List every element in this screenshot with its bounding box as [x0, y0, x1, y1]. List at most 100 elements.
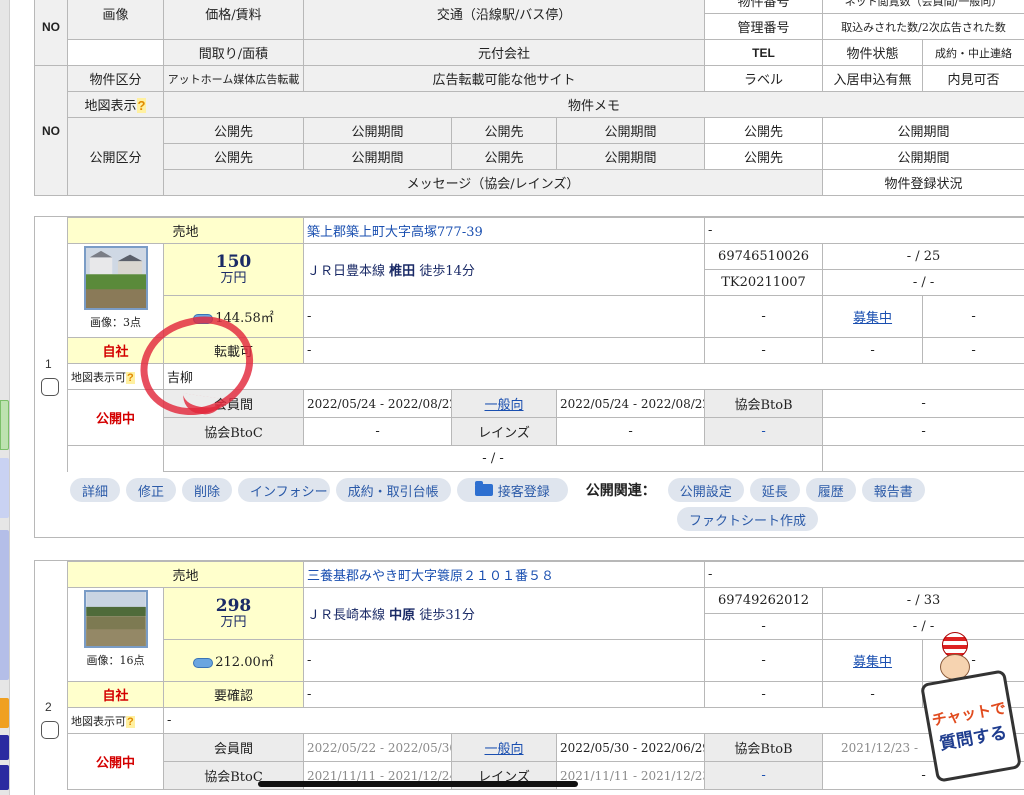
- property-type: 売地: [66, 217, 305, 244]
- listing-checkbox[interactable]: [41, 721, 59, 743]
- transfer-status: 要確認: [162, 681, 305, 708]
- report-button[interactable]: 報告書: [861, 478, 925, 502]
- sidebar-tab-blue-1[interactable]: [0, 458, 9, 518]
- image-cell[interactable]: 画像：16点: [67, 587, 164, 682]
- btoc-extra: -: [704, 761, 824, 790]
- spacer: [67, 445, 164, 472]
- recruit-status[interactable]: 募集中: [822, 639, 924, 682]
- area-cell: 212.00㎡: [162, 639, 305, 682]
- infosheet-button[interactable]: インフォシー: [238, 478, 330, 502]
- property-list-page: NO 画像 価格/賃料 交通（沿線駅/バス停） 物件番号 ネット閲覧数（会員間/…: [0, 0, 1024, 795]
- header-move-in: 入居申込有無: [822, 65, 924, 92]
- header-property-type: 物件区分: [67, 65, 164, 92]
- folder-icon: [474, 481, 493, 496]
- tel: -: [704, 295, 824, 338]
- help-icon[interactable]: ?: [126, 371, 135, 384]
- reins-label: レインズ: [451, 417, 558, 446]
- address[interactable]: 築上郡築上町大字高塚777-39: [303, 217, 706, 244]
- image-count: 画像：3点: [90, 316, 141, 329]
- management-number: -: [704, 613, 824, 640]
- tel: -: [704, 639, 824, 682]
- sidebar-tab-navy-2[interactable]: [0, 765, 9, 790]
- property-thumbnail[interactable]: [83, 246, 148, 310]
- btob-label: 協会BtoB: [704, 389, 824, 418]
- home-indicator[interactable]: [258, 781, 578, 787]
- btob-label: 協会BtoB: [704, 733, 824, 762]
- checkbox-box[interactable]: [41, 378, 59, 396]
- header-pub-period-4: 公開期間: [303, 143, 452, 170]
- address[interactable]: 三養基郡みやき町大字簑原２１０１番５８: [303, 561, 706, 588]
- btob-extra: -: [822, 417, 1024, 446]
- management-number: TK20211007: [704, 269, 824, 296]
- viewing-value: -: [922, 337, 1024, 364]
- origin-company: -: [303, 295, 706, 338]
- help-icon[interactable]: ?: [126, 715, 135, 728]
- sidebar-tab-blue-2[interactable]: [0, 530, 9, 680]
- train-line: ＪＲ日豊本線: [307, 264, 386, 279]
- history-button[interactable]: 履歴: [805, 478, 856, 502]
- customer-register-button[interactable]: 接客登録: [456, 478, 568, 502]
- btoc-label: 協会BtoC: [162, 417, 305, 446]
- property-thumbnail[interactable]: [83, 590, 148, 648]
- btob-value: -: [822, 389, 1024, 418]
- property-memo: 吉柳: [162, 363, 1024, 390]
- member-period: 2022/05/24 - 2022/08/22: [303, 389, 453, 418]
- detail-button[interactable]: 詳細: [70, 478, 121, 502]
- move-in-value: -: [822, 681, 924, 708]
- member-period: 2022/05/22 - 2022/05/30: [303, 733, 453, 762]
- sidebar-tab-orange[interactable]: [0, 698, 9, 728]
- header-import-count: 取込みされた数/2次広告された数: [822, 13, 1024, 40]
- header-memo: 物件メモ: [162, 91, 1024, 118]
- header-net-views: ネット閲覧数（会員間/一般向）: [822, 0, 1024, 14]
- general-link[interactable]: 一般向: [451, 389, 558, 418]
- btoc-extra: -: [704, 417, 824, 446]
- header-pub-dest-2: 公開先: [451, 117, 557, 144]
- sidebar-tab-green[interactable]: [0, 400, 9, 450]
- header-pub-dest-6: 公開先: [704, 143, 824, 170]
- price-unit: 万円: [220, 271, 247, 286]
- header-layout-area: 間取り/面積: [163, 39, 304, 66]
- left-sidebar: [0, 0, 10, 795]
- listing-number: 1: [45, 357, 52, 371]
- image-cell[interactable]: 画像：3点: [67, 243, 164, 338]
- general-link[interactable]: 一般向: [451, 733, 558, 762]
- header-pub-period-5: 公開期間: [555, 143, 706, 170]
- header-image: 画像: [67, 0, 164, 40]
- public-settings-button[interactable]: 公開設定: [667, 478, 744, 502]
- help-icon[interactable]: ?: [136, 98, 147, 113]
- header-table: NO 画像 価格/賃料 交通（沿線駅/バス停） 物件番号 ネット閲覧数（会員間/…: [34, 0, 1024, 66]
- factsheet-button[interactable]: ファクトシート作成: [677, 507, 819, 531]
- checkbox-box[interactable]: [41, 721, 59, 739]
- listing-number: 2: [45, 700, 52, 714]
- header-pub-dest-4: 公開先: [163, 143, 304, 170]
- extend-button[interactable]: 延長: [749, 478, 800, 502]
- header-no: NO: [34, 0, 68, 66]
- header-no-2: NO: [34, 65, 68, 196]
- delete-button[interactable]: 削除: [182, 478, 233, 502]
- header-pub-dest-5: 公開先: [451, 143, 557, 170]
- header-pub-period-3: 公開期間: [822, 117, 1024, 144]
- contract-book-button[interactable]: 成約・取引台帳: [335, 478, 451, 502]
- recruit-status[interactable]: 募集中: [822, 295, 924, 338]
- contract-notice: -: [922, 295, 1024, 338]
- listing-checkbox[interactable]: [41, 378, 59, 400]
- header-reg-status: 物件登録状況: [822, 169, 1024, 196]
- edit-button[interactable]: 修正: [126, 478, 177, 502]
- header-pub-period-6: 公開期間: [822, 143, 1024, 170]
- header-athome-ad: アットホーム媒体広告転載: [163, 65, 304, 92]
- header-map: 地図表示?: [67, 91, 164, 118]
- action-buttons: 詳細 修正 削除 インフォシー 成約・取引台帳 接客登録 公開関連： 公開設定 …: [70, 478, 925, 502]
- traffic-cell: ＪＲ日豊本線 椎田 徒歩14分: [303, 243, 706, 296]
- price: 150: [215, 252, 252, 272]
- price-cell: 150 万円: [162, 243, 305, 296]
- header-status: 物件状態: [822, 39, 924, 66]
- address-extra: -: [704, 217, 1024, 244]
- message-value: - / -: [162, 445, 824, 472]
- price: 298: [215, 596, 252, 616]
- chat-support-button[interactable]: チャットで 質問する: [919, 632, 1023, 783]
- price-cell: 298 万円: [162, 587, 305, 640]
- sidebar-tab-navy-1[interactable]: [0, 735, 9, 760]
- btoc-value: -: [303, 417, 453, 446]
- chat-sign[interactable]: チャットで 質問する: [919, 669, 1023, 783]
- header-table-2: NO 物件区分 アットホーム媒体広告転載 広告転載可能な他サイト ラベル 入居申…: [34, 65, 1024, 196]
